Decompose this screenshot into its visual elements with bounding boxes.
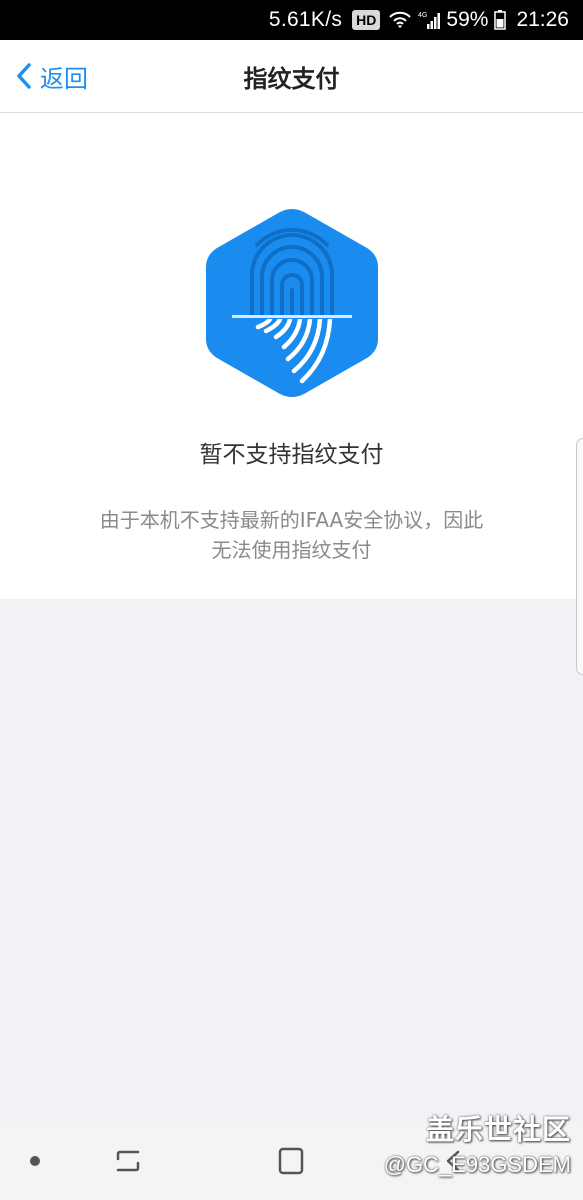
svg-text:4G: 4G bbox=[418, 12, 427, 19]
unsupported-message: 暂不支持指纹支付 bbox=[199, 442, 384, 468]
battery-percent: 59% bbox=[446, 8, 489, 31]
battery-icon bbox=[494, 10, 507, 30]
hd-badge: HD bbox=[352, 10, 381, 30]
edge-panel-handle[interactable] bbox=[576, 438, 583, 675]
status-bar: 5.61K/s HD 4G 59% 21:26 bbox=[0, 0, 583, 40]
home-icon bbox=[278, 1147, 304, 1175]
explanation-line-2: 无法使用指纹支付 bbox=[211, 538, 372, 562]
back-label: 返回 bbox=[40, 64, 88, 93]
chevron-left-icon bbox=[17, 63, 31, 89]
4g-signal-icon: 4G bbox=[418, 10, 441, 30]
back-button[interactable]: 返回 bbox=[14, 40, 88, 112]
back-icon bbox=[446, 1150, 460, 1172]
dot-button[interactable] bbox=[20, 1122, 50, 1200]
wifi-icon bbox=[388, 10, 412, 30]
navigation-bar: 返回 指纹支付 bbox=[0, 40, 583, 113]
recents-icon bbox=[116, 1150, 140, 1172]
explanation-line-1: 由于本机不支持最新的IFAA安全协议，因此 bbox=[99, 508, 484, 532]
content-card: 暂不支持指纹支付 由于本机不支持最新的IFAA安全协议，因此 无法使用指纹支付 bbox=[0, 113, 583, 675]
explanation-text: 由于本机不支持最新的IFAA安全协议，因此 无法使用指纹支付 bbox=[60, 505, 523, 565]
dot-icon bbox=[30, 1156, 40, 1166]
system-navigation-bar bbox=[0, 1122, 583, 1200]
home-button[interactable] bbox=[268, 1122, 314, 1200]
fingerprint-hexagon-icon bbox=[206, 209, 378, 397]
recents-button[interactable] bbox=[105, 1122, 151, 1200]
clock: 21:26 bbox=[516, 8, 569, 31]
network-speed: 5.61K/s bbox=[268, 8, 343, 31]
system-back-button[interactable] bbox=[430, 1122, 476, 1200]
